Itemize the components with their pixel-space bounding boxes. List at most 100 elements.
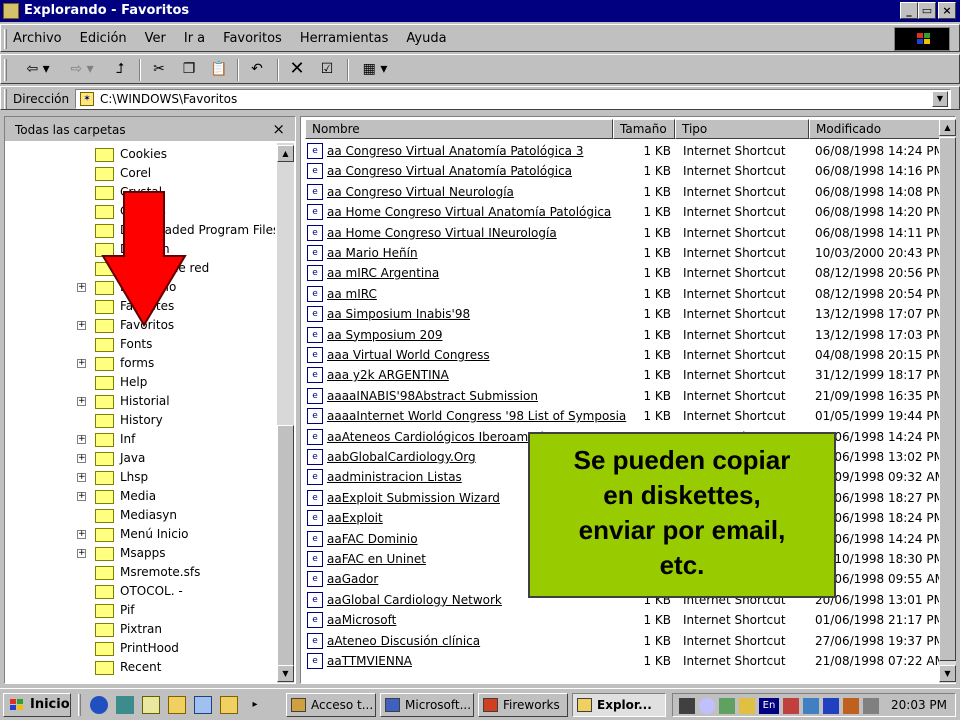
file-row[interactable]: e aa Symposium 209 1 KB Internet Shortcut 13…: [301, 325, 941, 345]
folder-tree-item[interactable]: Msremote.sfs: [5, 563, 275, 582]
expand-toggle-icon[interactable]: +: [77, 397, 86, 406]
address-input[interactable]: ✶ C:\WINDOWS\Favoritos ▼: [75, 89, 951, 109]
folder-tree-item[interactable]: Fonts: [5, 335, 275, 354]
file-list-scrollbar[interactable]: ▲ ▼: [939, 119, 956, 683]
file-row[interactable]: e aaaaINABIS'98Abstract Submission 1 KB Int…: [301, 386, 941, 406]
minimize-button[interactable]: _: [900, 2, 918, 19]
folder-tree-item[interactable]: Help: [5, 373, 275, 392]
task-explorer[interactable]: Explor...: [572, 693, 666, 717]
folder-tree-item[interactable]: Corel: [5, 164, 275, 183]
copy-button[interactable]: ❐: [177, 59, 201, 81]
explorer-app-icon[interactable]: [3, 3, 19, 19]
cut-button[interactable]: ✂: [147, 59, 171, 81]
scroll-up-button[interactable]: ▲: [277, 145, 294, 162]
scroll-down-button[interactable]: ▼: [939, 665, 956, 682]
menu-favoritos[interactable]: Favoritos: [223, 31, 282, 46]
toolbar-grip[interactable]: [4, 59, 7, 81]
tree-scrollbar[interactable]: ▲ ▼: [277, 143, 294, 683]
file-row[interactable]: e aa Congreso Virtual Anatomía Patológica…: [301, 161, 941, 181]
column-header-name[interactable]: Nombre: [305, 119, 613, 139]
file-row[interactable]: e aa Mario Heñín 1 KB Internet Shortcut 10/0…: [301, 243, 941, 263]
menu-herramientas[interactable]: Herramientas: [300, 31, 389, 46]
scroll-up-button[interactable]: ▲: [939, 119, 956, 136]
file-row[interactable]: e aa Simposium Inabis'98 1 KB Internet Shor…: [301, 304, 941, 324]
file-row[interactable]: e aAteneo Discusión clínica 1 KB Internet S…: [301, 631, 941, 651]
file-row[interactable]: e aa Congreso Virtual Anatomía Patológica…: [301, 141, 941, 161]
folder-tree-item[interactable]: + Menú Inicio: [5, 525, 275, 544]
show-desktop-icon[interactable]: [116, 696, 134, 714]
explorer-folder-icon[interactable]: [220, 696, 238, 714]
column-header-size[interactable]: Tamaño: [613, 119, 675, 139]
views-button[interactable]: ▦ ▾: [355, 59, 395, 81]
task-fireworks[interactable]: Fireworks: [478, 693, 568, 717]
close-pane-icon[interactable]: ×: [272, 120, 285, 138]
folder-tree-item[interactable]: Pixtran: [5, 620, 275, 639]
forward-button[interactable]: ⇨ ▾: [63, 59, 101, 81]
tray-app-icon[interactable]: [863, 698, 879, 714]
task-microsoft[interactable]: Microsoft...: [380, 693, 474, 717]
undo-button[interactable]: ↶: [245, 59, 269, 81]
folder-tree-item[interactable]: PrintHood: [5, 639, 275, 658]
expand-toggle-icon[interactable]: +: [77, 473, 86, 482]
folder-tree-item[interactable]: + Historial: [5, 392, 275, 411]
folder-tree-item[interactable]: Recent: [5, 658, 275, 677]
file-row[interactable]: e aaaaInternet World Congress '98 List of…: [301, 406, 941, 426]
folder-tree-item[interactable]: History: [5, 411, 275, 430]
menu-ver[interactable]: Ver: [145, 31, 166, 46]
expand-toggle-icon[interactable]: +: [77, 530, 86, 539]
menu-archivo[interactable]: Archivo: [13, 31, 62, 46]
file-row[interactable]: e aa mIRC Argentina 1 KB Internet Shortcut 0…: [301, 263, 941, 283]
file-row[interactable]: e aa mIRC 1 KB Internet Shortcut 08/12/1998 …: [301, 284, 941, 304]
tray-volume-icon[interactable]: [739, 698, 755, 714]
close-button[interactable]: ×: [938, 2, 956, 19]
tray-app-icon[interactable]: [823, 698, 839, 714]
expand-toggle-icon[interactable]: +: [77, 549, 86, 558]
expand-toggle-icon[interactable]: +: [77, 359, 86, 368]
taskbar-clock[interactable]: 20:03 PM: [891, 698, 947, 712]
file-row[interactable]: e aa Congreso Virtual Neurología 1 KB Inter…: [301, 182, 941, 202]
tray-language-indicator[interactable]: En: [759, 698, 779, 714]
folder-tree-item[interactable]: + Java: [5, 449, 275, 468]
expand-toggle-icon[interactable]: +: [77, 321, 86, 330]
folder-tree-item[interactable]: Cookies: [5, 145, 275, 164]
menu-ir-a[interactable]: Ir a: [184, 31, 205, 46]
internet-explorer-icon[interactable]: [90, 696, 108, 714]
window-icon[interactable]: [194, 696, 212, 714]
expand-toggle-icon[interactable]: +: [77, 435, 86, 444]
tray-printer-icon[interactable]: [679, 698, 695, 714]
notepad-icon[interactable]: [142, 696, 160, 714]
scroll-down-button[interactable]: ▼: [277, 665, 294, 682]
start-button[interactable]: Inicio: [3, 693, 71, 717]
expand-toggle-icon[interactable]: +: [77, 454, 86, 463]
folder-tree-item[interactable]: + Lhsp: [5, 468, 275, 487]
menu-edicion[interactable]: Edición: [80, 31, 127, 46]
file-row[interactable]: e aaa y2k ARGENTINA 1 KB Internet Shortcut 3…: [301, 365, 941, 385]
file-row[interactable]: e aaTTMVIENNA 1 KB Internet Shortcut 21/08/1…: [301, 651, 941, 671]
file-row[interactable]: e aaa Virtual World Congress 1 KB Internet …: [301, 345, 941, 365]
file-row[interactable]: e aa Home Congreso Virtual INeurología 1 K…: [301, 223, 941, 243]
properties-button[interactable]: ☑: [315, 59, 339, 81]
scroll-thumb[interactable]: [939, 137, 956, 661]
file-row[interactable]: e aaMicrosoft 1 KB Internet Shortcut 01/06/1…: [301, 610, 941, 630]
chevron-right-icon[interactable]: ▸: [246, 696, 264, 714]
tray-app-icon[interactable]: [843, 698, 859, 714]
folder-tree-item[interactable]: Pif: [5, 601, 275, 620]
up-folder-button[interactable]: ⮥: [107, 59, 133, 81]
expand-toggle-icon[interactable]: +: [77, 492, 86, 501]
tray-scheduler-icon[interactable]: [803, 698, 819, 714]
window-title-bar[interactable]: Explorando - Favoritos _ ▭ ×: [0, 0, 960, 22]
quicklaunch-grip[interactable]: [78, 694, 81, 716]
menu-ayuda[interactable]: Ayuda: [406, 31, 446, 46]
expand-toggle-icon[interactable]: +: [77, 283, 86, 292]
menu-grip[interactable]: [4, 29, 7, 49]
file-row[interactable]: e aa Home Congreso Virtual Anatomía Patol…: [301, 202, 941, 222]
folder-tree-item[interactable]: OTOCOL. -: [5, 582, 275, 601]
folder-tree-item[interactable]: + Media: [5, 487, 275, 506]
address-dropdown-button[interactable]: ▼: [932, 91, 948, 107]
tray-antivirus-icon[interactable]: [783, 698, 799, 714]
scroll-thumb[interactable]: [277, 425, 294, 675]
folder-tree-item[interactable]: + Inf: [5, 430, 275, 449]
column-header-type[interactable]: Tipo: [675, 119, 809, 139]
address-grip[interactable]: [4, 89, 7, 109]
folder-tree-item[interactable]: + forms: [5, 354, 275, 373]
